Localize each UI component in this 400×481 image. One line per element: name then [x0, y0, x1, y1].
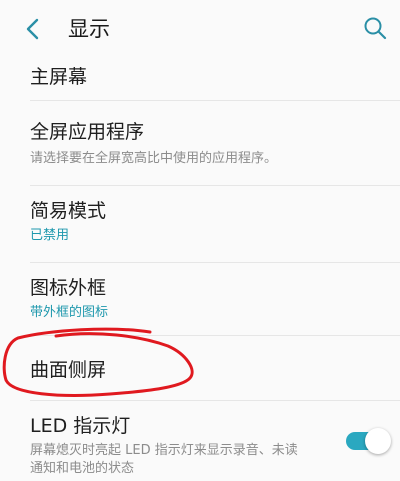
back-button[interactable] — [18, 14, 48, 44]
setting-led-indicator[interactable]: LED 指示灯 屏幕熄灭时亮起 LED 指示灯来显示录音、未读 通知和电池的状态 — [0, 401, 400, 481]
setting-status: 已禁用 — [30, 228, 70, 243]
setting-subtitle: 请选择要在全屏宽高比中使用的应用程序。 — [30, 151, 278, 166]
setting-title: 简易模式 — [30, 200, 107, 222]
setting-icon-frames[interactable]: 图标外框 带外框的图标 — [0, 263, 400, 335]
search-button[interactable] — [360, 13, 390, 43]
setting-home-screen[interactable]: 主屏幕 — [0, 56, 400, 100]
setting-status: 带外框的图标 — [30, 305, 109, 320]
setting-subtitle: 屏幕熄灭时亮起 LED 指示灯来显示录音、未读 — [30, 443, 298, 458]
setting-title: LED 指示灯 — [30, 415, 131, 437]
setting-edge-screen[interactable]: 曲面侧屏 — [0, 336, 400, 400]
setting-fullscreen-apps[interactable]: 全屏应用程序 请选择要在全屏宽高比中使用的应用程序。 — [0, 101, 400, 185]
setting-title: 全屏应用程序 — [30, 121, 145, 143]
setting-subtitle-continued: 通知和电池的状态 — [30, 461, 135, 476]
setting-title: 主屏幕 — [30, 66, 88, 88]
app-header: 显示 — [0, 0, 400, 56]
search-icon — [364, 17, 387, 40]
setting-easy-mode[interactable]: 简易模式 已禁用 — [0, 186, 400, 262]
setting-title: 曲面侧屏 — [30, 359, 107, 381]
toggle-knob — [365, 428, 391, 454]
setting-title: 图标外框 — [30, 277, 107, 299]
page-title: 显示 — [68, 17, 110, 41]
chevron-left-icon — [26, 18, 39, 40]
led-indicator-toggle[interactable] — [346, 427, 391, 455]
